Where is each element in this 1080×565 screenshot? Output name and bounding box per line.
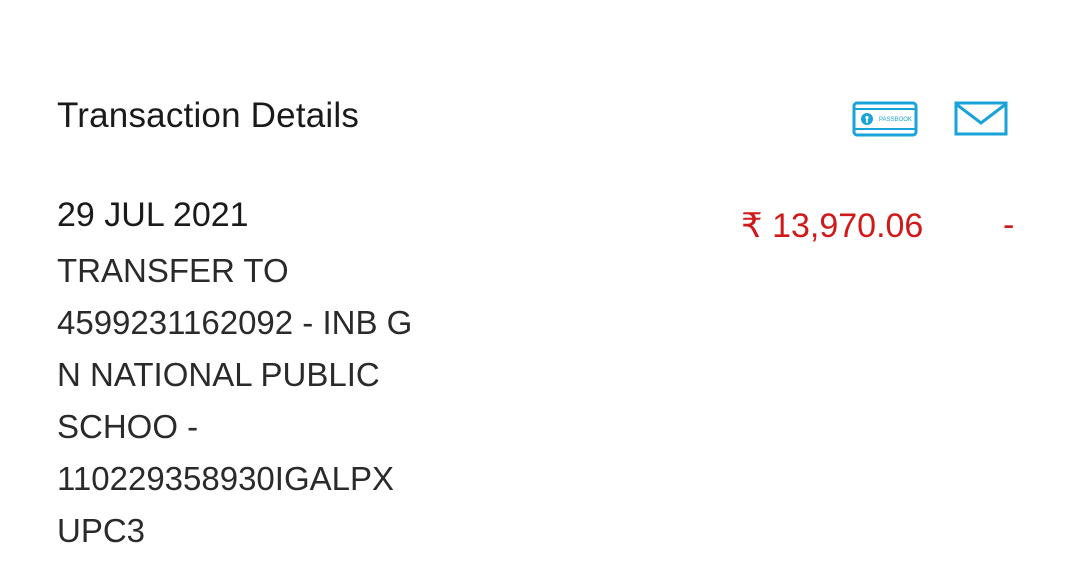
passbook-button[interactable]: PASSBOOK xyxy=(852,101,918,137)
page-title: Transaction Details xyxy=(57,96,360,135)
transaction-description: TRANSFER TO 4599231162092 - INB G N NATI… xyxy=(57,252,413,549)
credit-amount: - xyxy=(1003,206,1015,244)
mail-icon xyxy=(954,101,1008,136)
transaction-item: 29 JUL 2021 TRANSFER TO 4599231162092 - … xyxy=(57,193,497,557)
passbook-icon-label: PASSBOOK xyxy=(879,117,912,123)
email-button[interactable] xyxy=(954,101,1008,136)
transaction-date: 29 JUL 2021 xyxy=(57,196,249,234)
transaction-details-screen: Transaction Details PASSBOOK 29 JUL 2021… xyxy=(0,0,1080,565)
passbook-icon: PASSBOOK xyxy=(852,101,918,137)
debit-amount: ₹ 13,970.06 xyxy=(741,207,924,245)
